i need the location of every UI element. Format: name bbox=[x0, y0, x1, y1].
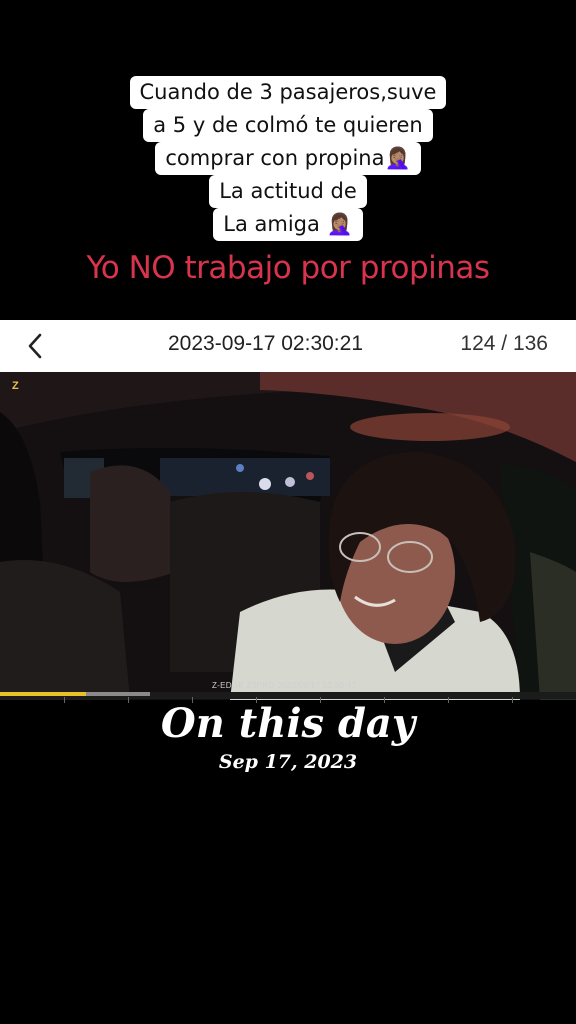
camera-brand-logo: Z bbox=[12, 380, 19, 392]
progress-fill bbox=[0, 692, 87, 696]
video-scene-illustration bbox=[0, 372, 576, 700]
caption-line-2: a 5 y de colmó te quieren bbox=[143, 109, 433, 142]
on-this-day-date: Sep 17, 2023 bbox=[218, 751, 358, 773]
caption-line-1: Cuando de 3 pasajeros,suve bbox=[129, 76, 447, 109]
camera-watermark: Z-EDGE Z3PRO 2023/09/17 02:30:47 bbox=[212, 681, 357, 690]
clip-counter: 124 / 136 bbox=[460, 332, 548, 355]
caption-overlay: Cuando de 3 pasajeros,suve a 5 y de colm… bbox=[0, 76, 576, 241]
headline-text: Yo NO trabajo por propinas bbox=[86, 250, 490, 286]
caption-line-3: comprar con propina🤦🏽‍♀️ bbox=[155, 142, 421, 175]
caption-line-4: La actitud de bbox=[209, 175, 367, 208]
caption-line-5: La amiga 🤦🏽‍♀️ bbox=[213, 208, 363, 241]
on-this-day-title: On this day bbox=[160, 700, 416, 747]
progress-buffer bbox=[86, 692, 150, 696]
recording-timestamp: 2023-09-17 02:30:21 bbox=[168, 332, 363, 355]
dashcam-app-bar: 2023-09-17 02:30:21 124 / 136 bbox=[0, 320, 576, 372]
chevron-left-icon bbox=[28, 333, 42, 359]
dashcam-video-frame[interactable]: Z bbox=[0, 372, 576, 700]
back-button[interactable] bbox=[20, 328, 50, 364]
